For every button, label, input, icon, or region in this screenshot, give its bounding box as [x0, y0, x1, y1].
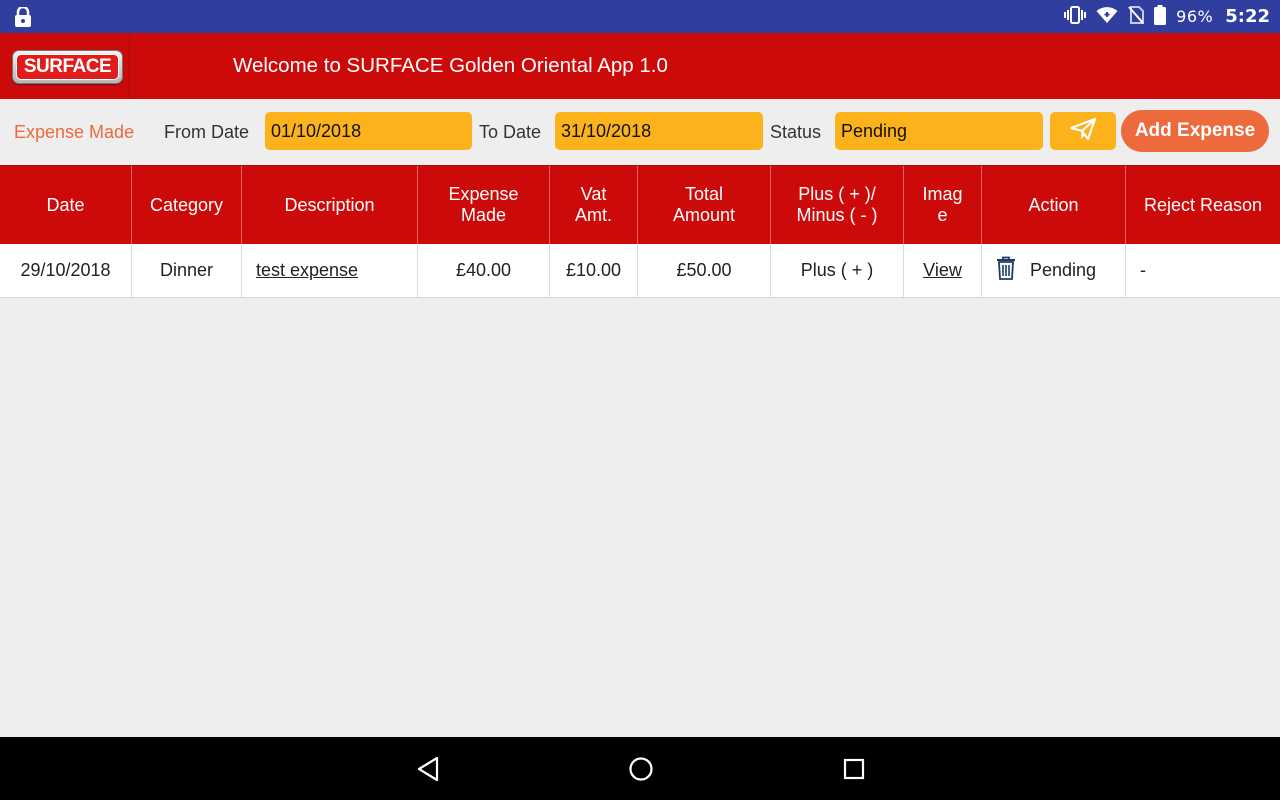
- cell-image: View: [904, 244, 982, 297]
- col-vat-amt[interactable]: Vat Amt.: [550, 166, 638, 244]
- col-plus-minus[interactable]: Plus ( + )/ Minus ( - ): [771, 166, 904, 244]
- app-title: Welcome to SURFACE Golden Oriental App 1…: [233, 54, 668, 77]
- paper-plane-icon: [1069, 117, 1097, 144]
- battery-icon: [1154, 4, 1167, 29]
- trash-icon[interactable]: [996, 256, 1016, 285]
- cell-action: Pending: [982, 244, 1126, 297]
- recents-icon[interactable]: [840, 755, 868, 783]
- cell-date: 29/10/2018: [0, 244, 132, 297]
- expense-table: Date Category Description Expense Made V…: [0, 165, 1280, 298]
- table-header: Date Category Description Expense Made V…: [0, 165, 1280, 244]
- no-sim-icon: [1128, 5, 1145, 28]
- cell-reject-reason: -: [1140, 260, 1146, 280]
- add-expense-button[interactable]: Add Expense: [1121, 110, 1269, 152]
- cell-description: test expense: [242, 244, 418, 297]
- back-icon[interactable]: [414, 755, 442, 783]
- view-image-link[interactable]: View: [923, 260, 962, 281]
- cell-plus-minus: Plus ( + ): [771, 244, 904, 297]
- status-label: Status: [770, 122, 822, 142]
- action-status: Pending: [1030, 260, 1097, 280]
- to-date-field[interactable]: 31/10/2018: [555, 112, 763, 150]
- vibrate-icon: [1064, 5, 1087, 28]
- col-description[interactable]: Description: [242, 166, 418, 244]
- cell-expense-made: £40.00: [418, 244, 550, 297]
- cell-category: Dinner: [132, 244, 242, 297]
- status-select[interactable]: Pending: [835, 112, 1043, 150]
- section-label: Expense Made: [14, 122, 135, 142]
- col-category[interactable]: Category: [132, 166, 242, 244]
- table-row[interactable]: 29/10/2018 Dinner test expense £40.00 £1…: [0, 244, 1280, 298]
- battery-percent: 96%: [1176, 7, 1214, 26]
- navigation-bar: [0, 737, 1280, 800]
- logo-text: SURFACE: [23, 56, 112, 77]
- col-expense-made[interactable]: Expense Made: [418, 166, 550, 244]
- col-reject-reason[interactable]: Reject Reason: [1126, 166, 1280, 244]
- clock: 5:22: [1225, 6, 1270, 27]
- col-date[interactable]: Date: [0, 166, 132, 244]
- app-bar: SURFACE Welcome to SURFACE Golden Orient…: [0, 33, 1280, 99]
- logo-container: SURFACE: [0, 33, 130, 99]
- from-date-field[interactable]: 01/10/2018: [265, 112, 472, 150]
- col-total-amount[interactable]: Total Amount: [638, 166, 771, 244]
- cell-vat-amt: £10.00: [550, 244, 638, 297]
- home-icon[interactable]: [627, 755, 655, 783]
- lock-icon: [14, 5, 32, 31]
- status-bar: 96% 5:22: [0, 0, 1280, 33]
- to-date-label: To Date: [479, 122, 542, 142]
- from-date-label: From Date: [164, 122, 250, 142]
- wifi-icon: [1096, 6, 1118, 28]
- col-action[interactable]: Action: [982, 166, 1126, 244]
- description-link[interactable]: test expense: [256, 260, 358, 281]
- cell-total-amount: £50.00: [638, 244, 771, 297]
- search-submit-button[interactable]: [1050, 112, 1116, 150]
- surface-logo[interactable]: SURFACE: [12, 50, 123, 84]
- col-image[interactable]: Imag e: [904, 166, 982, 244]
- filter-bar: Expense Made From Date 01/10/2018 To Dat…: [0, 99, 1280, 165]
